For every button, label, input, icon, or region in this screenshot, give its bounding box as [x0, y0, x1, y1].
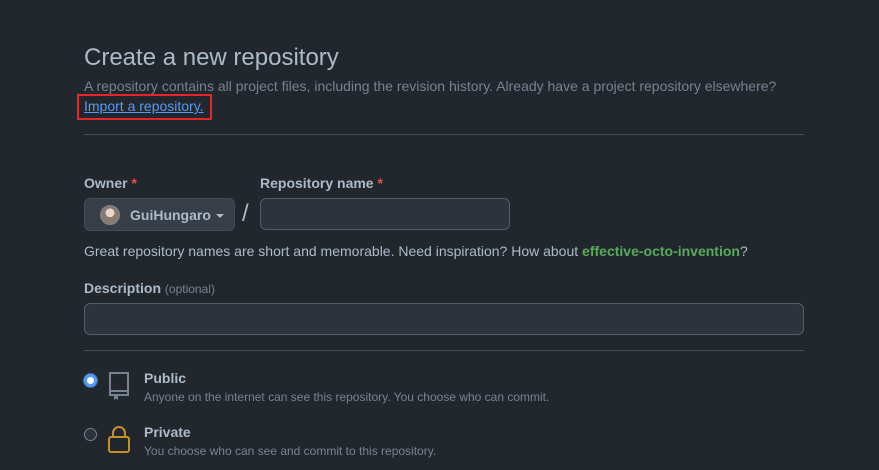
hint-text: Great repository names are short and mem…: [84, 243, 583, 259]
import-repository-link[interactable]: Import a repository.: [84, 98, 204, 114]
owner-label-text: Owner: [84, 175, 128, 191]
owner-dropdown-button[interactable]: GuiHungaro: [84, 198, 235, 231]
private-option-description: You choose who can see and commit to thi…: [144, 444, 437, 458]
owner-name: GuiHungaro: [130, 206, 211, 223]
public-option-description: Anyone on the internet can see this repo…: [144, 390, 550, 404]
caret-down-icon: [215, 213, 224, 218]
page-title: Create a new repository: [84, 44, 339, 71]
visibility-divider: [84, 350, 804, 351]
description-label: Description (optional): [84, 280, 215, 296]
header-divider: [84, 134, 804, 135]
description-label-text: Description: [84, 280, 162, 296]
repo-name-label-text: Repository name: [260, 175, 374, 191]
public-option-title: Public: [144, 370, 187, 386]
description-optional-text: (optional): [164, 282, 215, 296]
private-radio[interactable]: [84, 428, 97, 441]
repo-name-required-mark: *: [377, 175, 383, 191]
suggested-name-link[interactable]: effective-octo-invention: [582, 243, 740, 259]
hint-suffix: ?: [739, 243, 748, 259]
description-input[interactable]: [84, 303, 804, 335]
repo-name-label: Repository name *: [260, 175, 383, 191]
lock-icon: [108, 426, 130, 453]
owner-repo-separator: /: [242, 200, 249, 227]
repo-icon: [109, 372, 129, 400]
repository-name-input[interactable]: [260, 198, 510, 230]
name-suggestion-hint: Great repository names are short and mem…: [84, 243, 748, 259]
create-repo-page: Create a new repository A repository con…: [0, 0, 879, 470]
owner-required-mark: *: [131, 175, 137, 191]
public-radio[interactable]: [84, 374, 97, 387]
private-option-title: Private: [144, 424, 191, 440]
owner-label: Owner *: [84, 175, 137, 191]
page-subtitle: A repository contains all project files,…: [84, 78, 777, 94]
avatar: [100, 204, 120, 225]
